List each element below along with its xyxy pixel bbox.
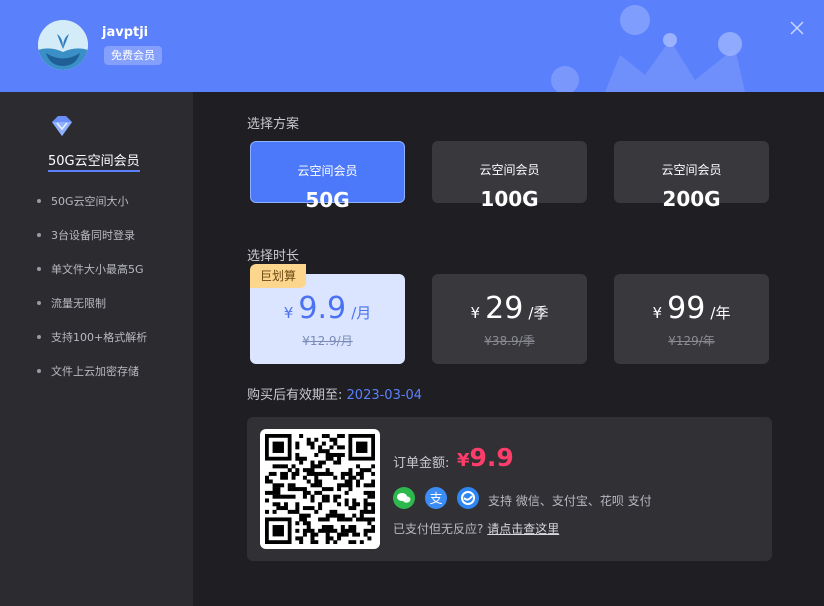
price-currency: ¥ <box>652 304 663 322</box>
payment-help-line: 已支付但无反应? 请点击查这里 <box>393 520 559 537</box>
user-avatar[interactable] <box>38 20 88 70</box>
original-price: ¥129/年 <box>668 334 715 348</box>
plan-title: 云空间会员 <box>297 164 358 178</box>
svg-text:支: 支 <box>429 492 442 507</box>
duration-option-yearly[interactable]: ¥ 99 /年 ¥129/年 <box>614 274 769 364</box>
plan-size: 200G <box>662 187 721 211</box>
price-amount: 29 <box>485 291 524 326</box>
order-currency: ¥ <box>457 450 470 471</box>
duration-section-label: 选择时长 <box>247 249 300 264</box>
price-amount: 9.9 <box>298 291 347 326</box>
wechat-pay-icon <box>393 487 415 509</box>
price-unit: /季 <box>528 304 549 322</box>
sidebar-title: 50G云空间会员 <box>48 150 140 172</box>
main-panel: 选择方案 云空间会员 50G 云空间会员 100G 云空间会员 200G 选择时… <box>193 92 824 606</box>
expiry-date: 2023-03-04 <box>346 388 423 403</box>
price-amount: 99 <box>667 291 706 326</box>
original-price: ¥38.9/季 <box>484 334 535 348</box>
member-status-badge: 免费会员 <box>104 46 162 65</box>
deal-badge: 巨划算 <box>250 264 307 288</box>
expiry-label: 购买后有效期至: <box>247 388 343 403</box>
order-amount-label: 订单金额: <box>393 456 450 471</box>
benefits-sidebar: 50G云空间会员 50G云空间大小 3台设备同时登录 单文件大小最高5G 流量无… <box>0 92 193 606</box>
price-unit: /月 <box>351 304 372 322</box>
feature-item: 50G云空间大小 <box>37 193 147 227</box>
order-value: 9.9 <box>469 443 514 472</box>
huabei-icon <box>457 487 479 509</box>
plan-section-label: 选择方案 <box>247 117 300 132</box>
plan-title: 云空间会员 <box>479 163 540 177</box>
plan-option-50g[interactable]: 云空间会员 50G <box>250 141 405 212</box>
crown-decoration-icon <box>551 5 745 92</box>
feature-item: 文件上云加密存储 <box>37 363 147 397</box>
close-button[interactable] <box>786 17 808 39</box>
duration-option-quarterly[interactable]: ¥ 29 /季 ¥38.9/季 <box>432 274 587 364</box>
plan-title: 云空间会员 <box>661 163 722 177</box>
price-unit: /年 <box>710 304 731 322</box>
plan-size: 100G <box>480 187 539 211</box>
username: javptji <box>102 25 149 40</box>
payment-panel: 订单金额: ¥9.9 支 支持 微信、支付宝、花呗 支付 已支付但无反应? 请点… <box>247 417 772 561</box>
expiry-line: 购买后有效期至: 2023-03-04 <box>247 384 422 403</box>
price-currency: ¥ <box>470 304 481 322</box>
plan-option-200g[interactable]: 云空间会员 200G <box>614 141 769 211</box>
feature-item: 3台设备同时登录 <box>37 227 147 261</box>
header-banner: javptji 免费会员 <box>0 0 824 92</box>
feature-item: 单文件大小最高5G <box>37 261 147 295</box>
whale-avatar-icon <box>38 20 88 70</box>
alipay-icon: 支 <box>425 487 447 509</box>
plan-size: 50G <box>305 188 350 212</box>
order-amount: ¥9.9 <box>457 443 514 472</box>
plan-option-100g[interactable]: 云空间会员 100G <box>432 141 587 211</box>
payment-qr-code <box>260 429 380 549</box>
feature-item: 支持100+格式解析 <box>37 329 147 363</box>
payment-methods-text: 支持 微信、支付宝、花呗 支付 <box>488 494 652 508</box>
help-link[interactable]: 请点击查这里 <box>487 522 559 536</box>
price-currency: ¥ <box>283 304 294 322</box>
feature-item: 流量无限制 <box>37 295 147 329</box>
diamond-icon <box>52 116 72 136</box>
qr-code-icon <box>265 434 376 545</box>
original-price: ¥12.9/月 <box>302 334 353 348</box>
help-text: 已支付但无反应? <box>393 522 484 536</box>
close-icon <box>790 21 804 35</box>
feature-list: 50G云空间大小 3台设备同时登录 单文件大小最高5G 流量无限制 支持100+… <box>37 193 147 397</box>
